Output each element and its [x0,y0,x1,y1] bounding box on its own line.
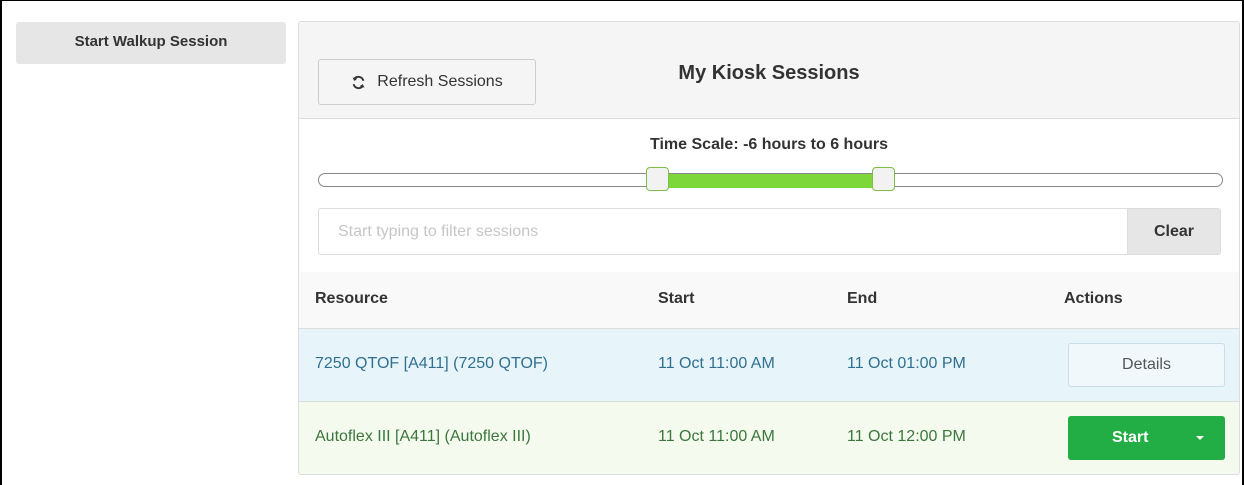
resource-cell: 7250 QTOF [A411] (7250 QTOF) [315,355,548,372]
details-label: Details [1122,356,1171,373]
refresh-icon [351,75,366,90]
time-scale-label: Time Scale: -6 hours to 6 hours [650,136,888,153]
table-row: Autoflex III [A411] (Autoflex III) 11 Oc… [299,402,1239,474]
end-cell: 11 Oct 12:00 PM [847,428,966,445]
column-header-start: Start [658,290,695,307]
refresh-sessions-button[interactable]: Refresh Sessions [318,59,536,105]
details-button[interactable]: Details [1068,343,1225,387]
clear-filter-label: Clear [1153,222,1195,240]
time-scale-slider-range [657,174,884,188]
column-header-actions: Actions [1064,290,1123,307]
session-filter-input[interactable] [318,208,1128,255]
start-cell: 11 Oct 11:00 AM [658,355,775,372]
time-scale-max-handle[interactable] [872,167,896,191]
resource-cell: Autoflex III [A411] (Autoflex III) [315,428,531,445]
caret-down-icon[interactable] [1196,436,1204,440]
start-session-label: Start [1112,429,1149,446]
column-header-resource: Resource [315,290,388,307]
column-header-end: End [847,290,878,307]
refresh-sessions-label: Refresh Sessions [377,73,503,90]
start-session-split-button[interactable]: Start [1068,416,1225,460]
start-cell: 11 Oct 11:00 AM [658,428,775,445]
kiosk-sessions-panel: Refresh Sessions My Kiosk Sessions Time … [298,21,1240,475]
start-walkup-session-label: Start Walkup Session [74,32,228,50]
panel-header: Refresh Sessions My Kiosk Sessions [299,22,1239,119]
start-walkup-session-button[interactable]: Start Walkup Session [16,22,286,64]
panel-title: My Kiosk Sessions [678,62,860,84]
sessions-table-header: Resource Start End Actions [299,272,1239,329]
end-cell: 11 Oct 01:00 PM [847,355,966,372]
time-scale-min-handle[interactable] [645,167,669,191]
table-row: 7250 QTOF [A411] (7250 QTOF) 11 Oct 11:0… [299,329,1239,402]
clear-filter-button[interactable]: Clear [1127,208,1221,255]
